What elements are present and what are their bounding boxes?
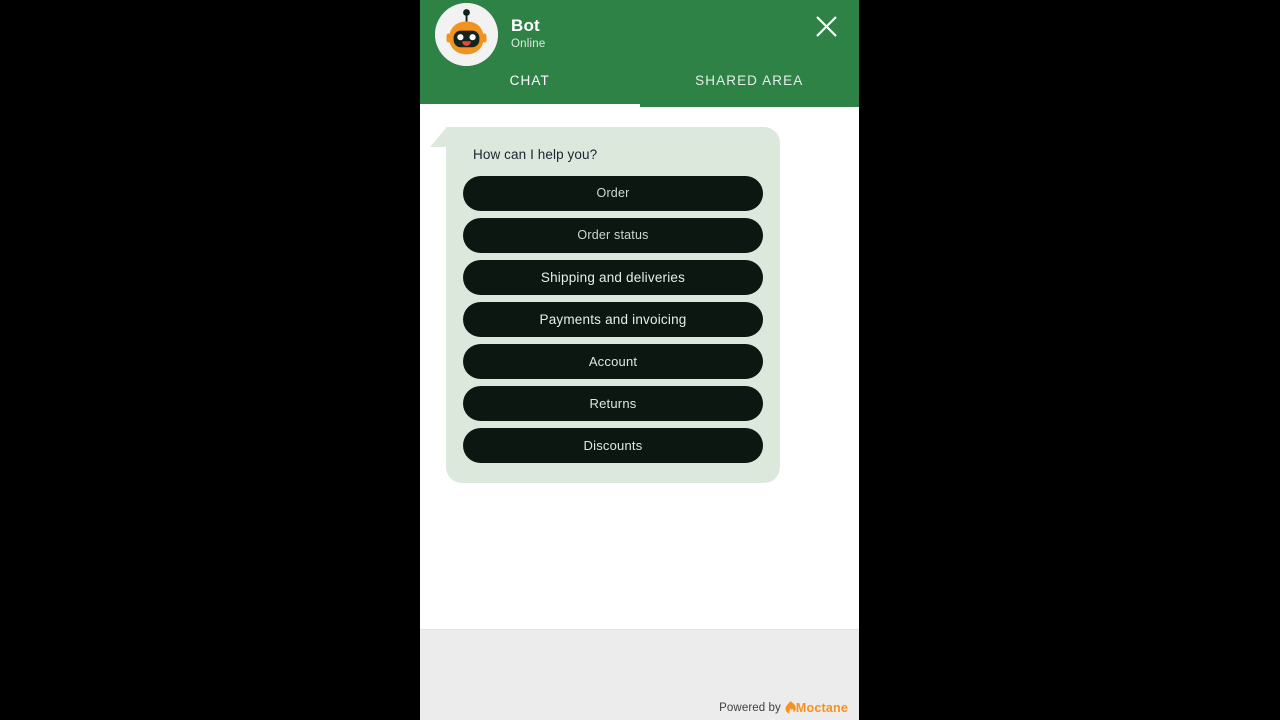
quick-reply-account[interactable]: Account — [463, 344, 763, 379]
quick-reply-payments-and-invoicing[interactable]: Payments and invoicing — [463, 302, 763, 337]
brand-moctane[interactable]: Moctane — [785, 701, 848, 715]
quick-reply-shipping-and-deliveries[interactable]: Shipping and deliveries — [463, 260, 763, 295]
screen-backdrop: Bot Online CHAT SHARED AREA How can I he… — [0, 0, 1280, 720]
bot-message-bubble: How can I help you? Order Order status S… — [446, 127, 780, 483]
quick-reply-order[interactable]: Order — [463, 176, 763, 211]
chat-widget: Bot Online CHAT SHARED AREA How can I he… — [420, 0, 859, 720]
conversation-body: How can I help you? Order Order status S… — [420, 107, 859, 629]
bubble-tail — [430, 127, 447, 147]
tab-chat[interactable]: CHAT — [420, 62, 640, 107]
chat-header-identity-row: Bot Online — [420, 0, 859, 66]
chat-header: Bot Online CHAT SHARED AREA — [420, 0, 859, 107]
brand-name: Moctane — [795, 701, 848, 715]
robot-avatar-icon — [435, 2, 498, 66]
quick-reply-discounts[interactable]: Discounts — [463, 428, 763, 463]
chat-tabs: CHAT SHARED AREA — [420, 62, 859, 107]
close-button[interactable] — [811, 11, 842, 42]
flame-icon — [785, 701, 796, 714]
close-icon — [816, 16, 837, 37]
robot-avatar-svg — [435, 2, 498, 66]
bot-identity: Bot Online — [511, 17, 545, 51]
composer-footer: Powered by Moctane — [420, 629, 859, 720]
tab-shared-area[interactable]: SHARED AREA — [640, 62, 860, 107]
bot-name: Bot — [511, 16, 540, 36]
quick-reply-returns[interactable]: Returns — [463, 386, 763, 421]
powered-by: Powered by Moctane — [719, 701, 848, 715]
powered-by-label: Powered by — [719, 702, 781, 714]
bot-message-text: How can I help you? — [473, 147, 598, 162]
quick-reply-order-status[interactable]: Order status — [463, 218, 763, 253]
bot-message: How can I help you? Order Order status S… — [430, 127, 790, 483]
bot-status: Online — [511, 38, 546, 51]
